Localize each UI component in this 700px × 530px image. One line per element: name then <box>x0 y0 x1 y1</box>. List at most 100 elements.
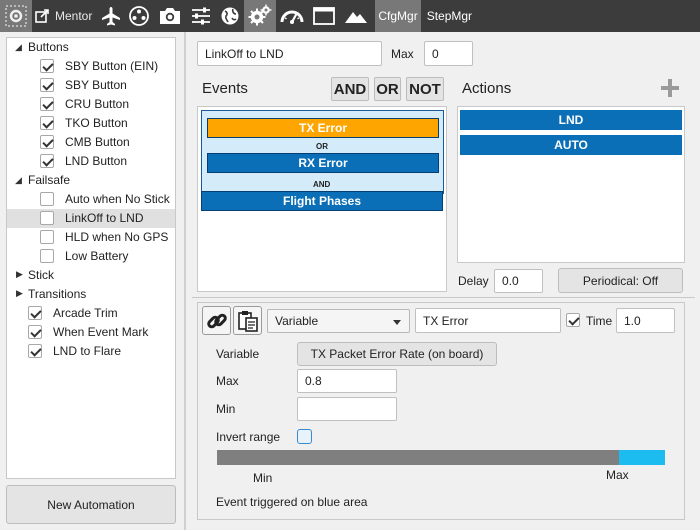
or-button[interactable]: OR <box>374 77 401 101</box>
tree-item-arcade-trim[interactable]: Arcade Trim <box>7 304 175 323</box>
expand-arrow-icon[interactable]: ◢ <box>15 175 22 186</box>
gears-icon[interactable] <box>244 0 277 32</box>
range-min-label: Min <box>253 471 273 485</box>
tree-item-sby-button[interactable]: SBY Button <box>7 76 175 95</box>
add-action-icon[interactable] <box>660 78 680 98</box>
settings-icon[interactable] <box>0 0 32 32</box>
checkbox[interactable] <box>40 249 54 263</box>
collapse-arrow-icon[interactable]: ▶ <box>16 269 23 280</box>
tree-item-linkoff-to-lnd[interactable]: LinkOff to LND <box>7 209 175 228</box>
external-link-icon[interactable] <box>32 0 52 32</box>
mentor-label[interactable]: Mentor <box>55 9 92 23</box>
time-checkbox[interactable] <box>566 313 580 327</box>
event-flight-phases[interactable]: Flight Phases <box>201 191 443 211</box>
tree-item-label: LinkOff to LND <box>65 211 144 225</box>
gauge-icon[interactable] <box>276 0 308 32</box>
max-label: Max <box>391 47 414 61</box>
section-divider <box>192 297 695 298</box>
condition-type-value: Variable <box>275 314 319 328</box>
cond-min-input[interactable] <box>297 397 397 421</box>
checkbox[interactable] <box>40 211 54 225</box>
checkbox[interactable] <box>40 116 54 130</box>
tree-group-failsafe[interactable]: ◢ Failsafe <box>7 171 175 190</box>
tree-group-stick[interactable]: ▶ Stick <box>7 266 175 285</box>
periodical-button[interactable]: Periodical: Off <box>558 268 683 293</box>
tree-group-transitions[interactable]: ▶ Transitions <box>7 285 175 304</box>
and-button[interactable]: AND <box>331 77 369 101</box>
tree-item-label: CMB Button <box>65 135 130 149</box>
event-tx-error[interactable]: TX Error <box>207 118 439 138</box>
tree-item-label: Auto when No Stick <box>65 192 170 206</box>
tree-item-label: SBY Button <box>65 78 127 92</box>
invert-range-checkbox[interactable] <box>297 429 312 444</box>
cond-max-input[interactable]: 0.8 <box>297 369 397 393</box>
paste-icon[interactable] <box>233 306 262 335</box>
sliders-icon[interactable] <box>186 0 216 32</box>
airplane-icon[interactable] <box>98 0 124 32</box>
checkbox[interactable] <box>40 59 54 73</box>
expand-arrow-icon[interactable]: ◢ <box>15 42 22 53</box>
tree-item-auto-when-no-stick[interactable]: Auto when No Stick <box>7 190 175 209</box>
tree-item-cru-button[interactable]: CRU Button <box>7 95 175 114</box>
event-rx-error[interactable]: RX Error <box>207 153 439 173</box>
range-bar-blue <box>619 450 665 465</box>
tree-item-label: Low Battery <box>65 249 129 263</box>
not-button[interactable]: NOT <box>406 77 444 101</box>
event-name-input[interactable]: TX Error <box>415 308 561 333</box>
checkbox[interactable] <box>28 344 42 358</box>
tree-item-cmb-button[interactable]: CMB Button <box>7 133 175 152</box>
new-automation-button[interactable]: New Automation <box>6 485 176 524</box>
tab-cfgmgr[interactable]: CfgMgr <box>375 0 421 32</box>
automation-tree: ◢ Buttons SBY Button (EIN) SBY Button CR… <box>6 37 176 479</box>
actions-title: Actions <box>462 80 512 97</box>
globe-icon[interactable] <box>216 0 244 32</box>
checkbox[interactable] <box>40 154 54 168</box>
cond-min-label: Min <box>216 402 236 416</box>
tree-item-label: Arcade Trim <box>53 306 118 320</box>
time-label: Time <box>586 314 613 328</box>
tree-group-buttons[interactable]: ◢ Buttons <box>7 38 175 57</box>
checkbox[interactable] <box>40 192 54 206</box>
tree-item-sby-button-ein[interactable]: SBY Button (EIN) <box>7 57 175 76</box>
chevron-down-icon <box>393 320 401 325</box>
mountains-icon[interactable] <box>340 0 372 32</box>
tree-group-label: Transitions <box>28 287 87 301</box>
joystick-icon[interactable] <box>124 0 154 32</box>
tree-item-tko-button[interactable]: TKO Button <box>7 114 175 133</box>
checkbox[interactable] <box>40 135 54 149</box>
camera-icon[interactable] <box>154 0 186 32</box>
or-operator-label: OR <box>316 142 328 151</box>
variable-select-button[interactable]: TX Packet Error Rate (on board) <box>297 342 497 366</box>
tree-group-label: Failsafe <box>28 173 71 187</box>
tree-group-label: Buttons <box>28 40 69 54</box>
checkbox[interactable] <box>40 78 54 92</box>
tree-item-lnd-to-flare[interactable]: LND to Flare <box>7 342 175 361</box>
variable-label: Variable <box>216 347 260 361</box>
panel-divider <box>184 32 186 530</box>
automation-name-input[interactable]: LinkOff to LND <box>197 41 382 66</box>
delay-input[interactable]: 0.0 <box>494 269 543 293</box>
condition-editor-panel <box>197 302 685 520</box>
time-input[interactable]: 1.0 <box>616 308 675 333</box>
tree-item-label: When Event Mark <box>53 325 149 339</box>
tree-item-lnd-button[interactable]: LND Button <box>7 152 175 171</box>
events-panel: TX Error OR RX Error AND Flight Phases <box>197 106 447 292</box>
max-input[interactable]: 0 <box>424 41 473 66</box>
tree-item-hld-when-no-gps[interactable]: HLD when No GPS <box>7 228 175 247</box>
collapse-arrow-icon[interactable]: ▶ <box>16 288 23 299</box>
tab-stepmgr[interactable]: StepMgr <box>423 0 476 32</box>
checkbox[interactable] <box>40 230 54 244</box>
checkbox[interactable] <box>28 325 42 339</box>
range-bar-gray <box>217 450 619 465</box>
link-icon[interactable] <box>202 306 231 335</box>
window-icon[interactable] <box>308 0 340 32</box>
tree-item-label: SBY Button (EIN) <box>65 59 159 73</box>
main-toolbar: Mentor CfgMgr StepMgr <box>0 0 700 32</box>
tree-item-when-event-mark[interactable]: When Event Mark <box>7 323 175 342</box>
tree-item-low-battery[interactable]: Low Battery <box>7 247 175 266</box>
action-lnd[interactable]: LND <box>460 110 682 130</box>
checkbox[interactable] <box>40 97 54 111</box>
action-auto[interactable]: AUTO <box>460 135 682 155</box>
checkbox[interactable] <box>28 306 42 320</box>
condition-type-dropdown[interactable]: Variable <box>267 309 410 333</box>
